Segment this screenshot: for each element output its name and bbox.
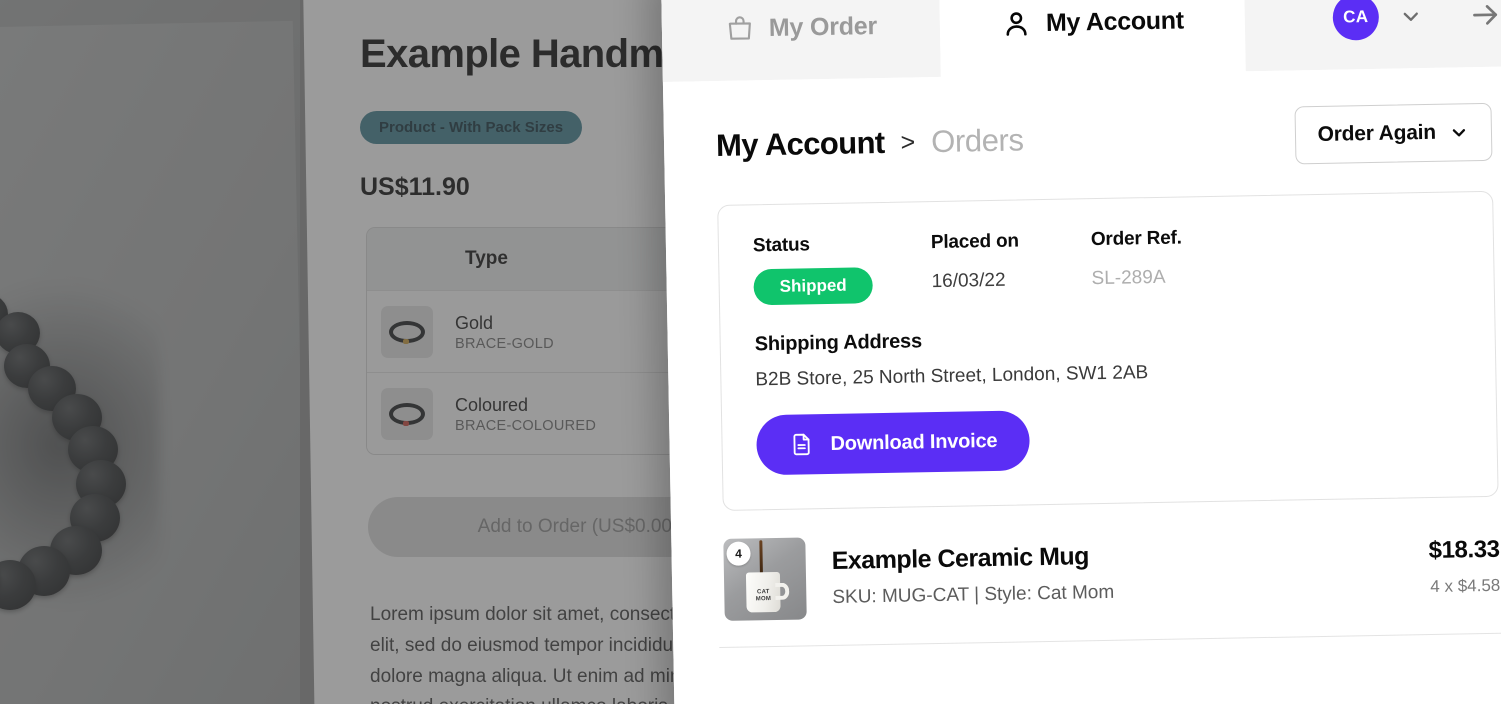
- variant-thumbnail: [381, 387, 433, 440]
- order-ref-value: SL-289A: [1091, 266, 1166, 290]
- variant-sku: BRACE-GOLD: [455, 335, 554, 352]
- panel-body: My Account > Orders Order Again Status S…: [662, 65, 1501, 704]
- order-ref-label: Order Ref.: [1090, 227, 1182, 251]
- screen: Example Handmade Bracelet Product - With…: [0, 0, 1501, 704]
- order-again-label: Order Again: [1317, 120, 1437, 146]
- download-invoice-button[interactable]: Download Invoice: [756, 410, 1030, 476]
- tab-my-order-label: My Order: [768, 11, 878, 42]
- order-summary-card: Status Shipped Placed on 16/03/22 Order …: [717, 190, 1499, 511]
- status-badge: Shipped: [753, 267, 874, 306]
- line-item-unit-price: 4 x $4.58: [1430, 575, 1501, 597]
- shipping-address-label: Shipping Address: [754, 330, 923, 356]
- line-item-details: Example Ceramic Mug SKU: MUG-CAT | Style…: [831, 537, 1403, 609]
- avatar[interactable]: CA: [1332, 0, 1380, 41]
- breadcrumb-row: My Account > Orders Order Again: [715, 95, 1493, 183]
- line-item-total: $18.33: [1428, 535, 1500, 565]
- order-meta-row: Status Shipped Placed on 16/03/22 Order …: [752, 222, 1460, 306]
- breadcrumb-my-account[interactable]: My Account: [716, 125, 885, 164]
- line-item-title: Example Ceramic Mug: [831, 542, 1090, 575]
- tab-my-account-label: My Account: [1045, 5, 1184, 37]
- order-again-button[interactable]: Order Again: [1294, 102, 1493, 165]
- arrow-right-icon[interactable]: [1469, 0, 1501, 32]
- chevron-right-icon: >: [900, 127, 916, 157]
- line-item-pricing: $18.33 4 x $4.58: [1428, 536, 1500, 597]
- order-status-block: Status Shipped: [752, 232, 932, 306]
- status-label: Status: [752, 234, 810, 257]
- placed-on-label: Placed on: [930, 230, 1020, 254]
- variant-name: Coloured: [455, 395, 529, 416]
- tab-my-order[interactable]: My Order: [661, 0, 941, 82]
- variant-thumbnail: [381, 305, 433, 358]
- breadcrumb-orders: Orders: [930, 122, 1024, 160]
- order-ref-block: Order Ref. SL-289A: [1091, 228, 1183, 291]
- breadcrumb: My Account > Orders: [716, 122, 1024, 164]
- chevron-down-icon[interactable]: [1399, 4, 1423, 28]
- order-placed-block: Placed on 16/03/22: [931, 229, 1092, 293]
- line-item-thumbnail: CAT MOM 4: [723, 537, 807, 621]
- quantity-badge: 4: [726, 541, 751, 566]
- chevron-down-icon: [1449, 122, 1469, 142]
- line-item-subtitle: SKU: MUG-CAT | Style: Cat Mom: [832, 581, 1115, 608]
- shopping-bag-icon: [725, 13, 756, 44]
- shipping-address-value: B2B Store, 25 North Street, London, SW1 …: [755, 362, 1149, 391]
- variant-sku: BRACE-COLOURED: [455, 417, 597, 434]
- mug-text: CAT MOM: [755, 589, 772, 603]
- placed-on-value: 16/03/22: [931, 269, 1006, 293]
- coffee-pour: [759, 540, 763, 577]
- user-icon: [1001, 8, 1033, 40]
- variant-name: Gold: [455, 313, 494, 334]
- account-slideover-panel: My Order My Account CA My Account > Orde…: [661, 0, 1501, 704]
- document-icon: [788, 431, 814, 457]
- order-line-item[interactable]: CAT MOM 4 Example Ceramic Mug SKU: MUG-C…: [723, 525, 1501, 647]
- download-invoice-label: Download Invoice: [830, 429, 998, 455]
- mug-handle: [775, 582, 790, 601]
- product-price: US$11.90: [360, 173, 470, 201]
- product-type-badge: Product - With Pack Sizes: [360, 111, 583, 144]
- product-photo: [0, 0, 300, 704]
- panel-account-controls: CA: [1243, 0, 1501, 72]
- tab-my-account[interactable]: My Account: [938, 0, 1246, 77]
